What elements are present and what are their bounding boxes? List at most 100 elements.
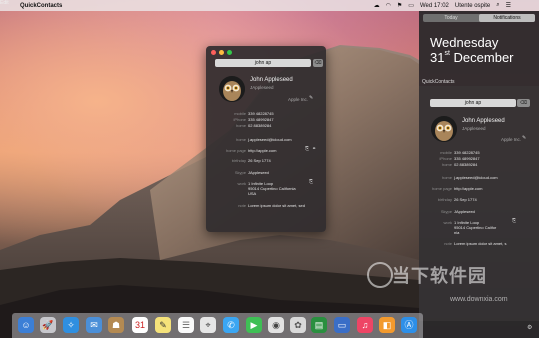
nc-edit-pencil-icon[interactable]: ✎ xyxy=(522,135,526,141)
maps-icon[interactable]: ⌖ xyxy=(200,317,216,333)
field-label: birthday xyxy=(231,158,246,163)
share-icon[interactable]: ⎘ xyxy=(305,146,309,152)
field-value[interactable]: http://apple.com xyxy=(248,148,276,153)
numbers-icon[interactable]: ▤ xyxy=(311,317,327,333)
nc-contact-username: JAppleseed xyxy=(462,126,486,131)
nc-field-value[interactable]: 02 88389284 xyxy=(454,162,477,167)
field-value[interactable]: USA xyxy=(248,191,256,196)
date-day-number: 31 xyxy=(430,50,445,65)
field-value[interactable]: 335 48992847 xyxy=(248,117,274,122)
search-icon[interactable]: ⌕ xyxy=(496,2,499,9)
field-value[interactable]: JAppleseed xyxy=(248,170,269,175)
facetime-icon[interactable]: ▶ xyxy=(246,317,262,333)
keynote-icon[interactable]: ▭ xyxy=(334,317,350,333)
nc-map-icon[interactable]: ⎘ xyxy=(512,218,516,224)
contact-username: JAppleseed xyxy=(250,85,274,90)
field-value[interactable]: 339 48228745 xyxy=(248,111,274,116)
nc-field-value[interactable]: nia xyxy=(454,230,459,235)
date-day-suffix: st xyxy=(444,50,450,57)
messages-icon[interactable]: ✆ xyxy=(223,317,239,333)
field-label: Skype xyxy=(234,170,246,175)
nc-field-value[interactable]: Lorem ipsum dolor sit amet, s xyxy=(454,241,506,246)
field-label: home xyxy=(235,123,246,128)
menu-clock[interactable]: Wed 17:02 xyxy=(420,3,449,9)
contact-name: John Appleseed xyxy=(250,77,293,83)
safari-icon[interactable]: ✧ xyxy=(63,317,79,333)
date-full: 31st December xyxy=(430,50,514,65)
nc-field-value[interactable]: http://apple.com xyxy=(454,186,482,191)
nc-clear-search-icon[interactable]: ⌫ xyxy=(517,99,530,107)
widget-title: QuickContacts xyxy=(422,79,455,85)
nc-field-label: iPhone xyxy=(439,156,452,161)
nc-field-value[interactable]: j.appleseed@icloud.com xyxy=(454,175,498,180)
watermark-logo-icon xyxy=(367,262,393,288)
nc-field-label: home xyxy=(441,162,452,167)
map-icon[interactable]: ⎘ xyxy=(309,179,313,185)
finder-icon[interactable]: ☺ xyxy=(18,317,34,333)
battery-icon[interactable]: ▭ xyxy=(408,2,414,9)
menu-app-name[interactable]: QuickContacts xyxy=(20,3,62,9)
wifi-icon[interactable]: ◠ xyxy=(386,2,391,9)
field-label: home xyxy=(235,137,246,142)
nc-field-value[interactable]: JAppleseed xyxy=(454,209,475,214)
field-label: home page xyxy=(225,148,246,153)
field-label: iPhone xyxy=(233,117,246,122)
field-value[interactable]: 02 88389284 xyxy=(248,123,271,128)
nc-contact-company: Apple Inc. xyxy=(501,137,522,142)
search-input[interactable]: john ap xyxy=(215,59,311,67)
zoom-button[interactable] xyxy=(227,50,232,55)
notification-center-icon[interactable]: ☰ xyxy=(506,2,511,9)
flag-icon[interactable]: ⚑ xyxy=(397,2,402,9)
contacts-icon[interactable]: ☗ xyxy=(108,317,124,333)
itunes-icon[interactable]: ♫ xyxy=(357,317,373,333)
nc-field-label: home xyxy=(441,175,452,180)
nc-field-label: work xyxy=(443,220,452,225)
photos-icon[interactable]: ✿ xyxy=(290,317,306,333)
field-value[interactable]: 26 Sep 1774 xyxy=(248,158,271,163)
ibooks-icon[interactable]: ◧ xyxy=(379,317,395,333)
avatar xyxy=(219,76,245,102)
minimize-button[interactable] xyxy=(219,50,224,55)
nc-segmented-control: Today Notifications xyxy=(423,14,535,22)
window-controls xyxy=(211,50,232,55)
field-value[interactable]: Lorem ipsum dolor sit amet, sed xyxy=(248,203,305,208)
nc-field-value[interactable]: 335 48992847 xyxy=(454,156,480,161)
menu-user[interactable]: Utente ospite xyxy=(455,3,490,9)
nc-field-value[interactable]: 95014 Cupertino Califor xyxy=(454,225,496,230)
nc-field-label: home page xyxy=(431,186,452,191)
notes-icon[interactable]: ✎ xyxy=(155,317,171,333)
field-label: note xyxy=(238,203,246,208)
link-icon[interactable]: ⚭ xyxy=(312,146,316,152)
field-label: work xyxy=(237,181,246,186)
edit-pencil-icon[interactable]: ✎ xyxy=(309,95,313,101)
nc-edit-button[interactable]: Edit xyxy=(0,0,9,6)
launchpad-icon[interactable]: 🚀 xyxy=(40,317,56,333)
calendar-icon[interactable]: 31 xyxy=(132,317,148,333)
nc-field-value[interactable]: 26 Sep 1774 xyxy=(454,197,477,202)
clear-search-icon[interactable]: ⌫ xyxy=(313,59,323,67)
photo-booth-icon[interactable]: ◉ xyxy=(268,317,284,333)
nc-field-value[interactable]: 339 48228745 xyxy=(454,150,480,155)
reminders-icon[interactable]: ☰ xyxy=(178,317,194,333)
contact-company: Apple Inc. xyxy=(288,97,309,102)
watermark-text: 当下软件园 xyxy=(392,266,487,286)
close-button[interactable] xyxy=(211,50,216,55)
nc-search-input[interactable]: john ap xyxy=(430,99,516,107)
field-value[interactable]: j.appleseed@icloud.com xyxy=(248,137,292,142)
nc-field-label: birthday xyxy=(437,197,452,202)
owl-avatar-icon xyxy=(219,76,245,102)
tab-today[interactable]: Today xyxy=(423,14,479,22)
tab-notifications[interactable]: Notifications xyxy=(479,14,535,22)
app-store-icon[interactable]: Ⓐ xyxy=(401,317,417,333)
date-day-name: Wednesday xyxy=(430,35,499,50)
owl-avatar-icon xyxy=(431,116,457,142)
nc-avatar xyxy=(431,116,457,142)
nc-contact-name: John Appleseed xyxy=(462,118,505,124)
field-label: mobile xyxy=(234,111,246,116)
cloud-icon[interactable]: ☁ xyxy=(374,2,380,9)
mail-icon[interactable]: ✉ xyxy=(86,317,102,333)
quickcontacts-window: john ap ⌫ John Appleseed JAppleseed Appl… xyxy=(206,46,326,232)
nc-field-label: Skype xyxy=(440,209,452,214)
nc-settings-icon[interactable]: ⚙ xyxy=(527,324,532,331)
nc-field-label: mobile xyxy=(440,150,452,155)
